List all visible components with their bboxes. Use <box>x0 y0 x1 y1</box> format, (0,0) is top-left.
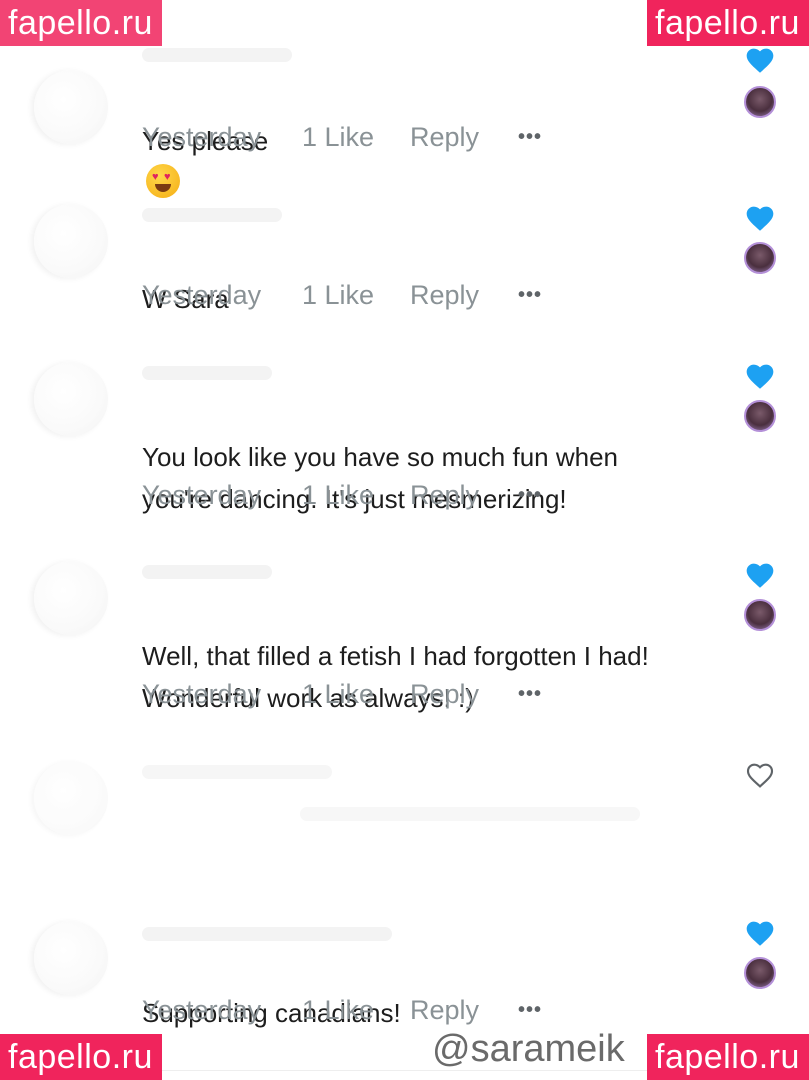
like-count[interactable]: 1 Like <box>302 679 410 710</box>
avatar[interactable] <box>34 204 108 278</box>
more-options-icon[interactable]: ••• <box>518 284 542 307</box>
username-blurred[interactable] <box>142 48 292 62</box>
heart-filled-icon[interactable] <box>744 917 776 947</box>
avatar[interactable] <box>34 921 108 995</box>
reply-button[interactable]: Reply <box>410 679 518 710</box>
comment-time: Yesterday <box>142 679 262 709</box>
creator-like-avatar <box>744 400 776 432</box>
reply-button[interactable]: Reply <box>410 995 518 1026</box>
like-count[interactable]: 1 Like <box>302 280 410 311</box>
heart-filled-icon[interactable] <box>744 360 776 390</box>
comment-time: Yesterday <box>142 122 262 152</box>
creator-like-avatar <box>744 957 776 989</box>
username-blurred[interactable] <box>142 565 272 579</box>
more-options-icon[interactable]: ••• <box>518 126 542 149</box>
username-blurred[interactable] <box>142 208 282 222</box>
comment-meta: Yesterday 1 Like Reply ••• <box>142 122 542 153</box>
avatar[interactable] <box>34 362 108 436</box>
creator-like-avatar <box>744 242 776 274</box>
watermark-bottom-right: fapello.ru <box>647 1034 809 1080</box>
avatar[interactable] <box>34 561 108 635</box>
like-count[interactable]: 1 Like <box>302 480 410 511</box>
creator-like-avatar <box>744 599 776 631</box>
heart-eyes-emoji-icon: ♥ ♥ <box>146 164 180 198</box>
watermark-bottom-left: fapello.ru <box>0 1034 162 1080</box>
more-options-icon[interactable]: ••• <box>518 683 542 706</box>
blurred-comment-text <box>300 807 640 821</box>
watermark-top-left: fapello.ru <box>0 0 162 46</box>
reply-button[interactable]: Reply <box>410 280 518 311</box>
username-blurred[interactable] <box>142 927 392 941</box>
more-options-icon[interactable]: ••• <box>518 999 542 1022</box>
comment-meta: Yesterday 1 Like Reply ••• <box>142 679 542 710</box>
reply-button[interactable]: Reply <box>410 480 518 511</box>
comment-meta: Yesterday 1 Like Reply ••• <box>142 995 542 1026</box>
creator-like-avatar <box>744 86 776 118</box>
comment-time: Yesterday <box>142 280 262 310</box>
avatar[interactable] <box>34 70 108 144</box>
comment-time: Yesterday <box>142 995 262 1025</box>
like-count[interactable]: 1 Like <box>302 995 410 1026</box>
heart-filled-icon[interactable] <box>744 202 776 232</box>
more-options-icon[interactable]: ••• <box>518 484 542 507</box>
heart-filled-icon[interactable] <box>744 559 776 589</box>
heart-outline-icon[interactable] <box>744 759 776 789</box>
username-blurred[interactable] <box>142 765 332 779</box>
comment-meta: Yesterday 1 Like Reply ••• <box>142 480 542 511</box>
comment-meta: Yesterday 1 Like Reply ••• <box>142 280 542 311</box>
reply-button[interactable]: Reply <box>410 122 518 153</box>
creator-handle-watermark: @sarameik <box>432 1028 625 1070</box>
like-count[interactable]: 1 Like <box>302 122 410 153</box>
username-blurred[interactable] <box>142 366 272 380</box>
comment-time: Yesterday <box>142 480 262 510</box>
heart-filled-icon[interactable] <box>744 44 776 74</box>
watermark-top-right: fapello.ru <box>647 0 809 46</box>
avatar[interactable] <box>34 761 108 835</box>
